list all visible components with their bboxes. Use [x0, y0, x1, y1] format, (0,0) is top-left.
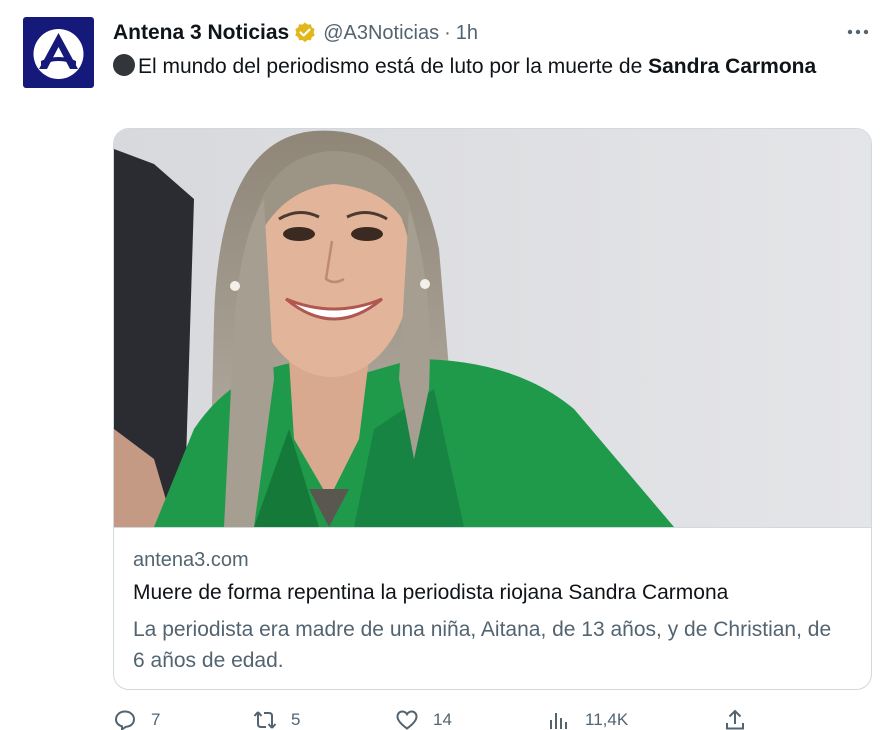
tweet[interactable]: Antena 3 Noticias @A3Noticias · 1h El mu… [0, 0, 888, 730]
reply-count: 7 [151, 710, 161, 729]
retweet-count: 5 [291, 710, 301, 729]
views-button[interactable]: 11,4K [547, 708, 628, 730]
black-circle-icon [113, 54, 135, 76]
share-icon [726, 709, 744, 730]
card-domain: antena3.com [133, 549, 249, 571]
more-icon[interactable] [843, 20, 873, 44]
link-card[interactable]: antena3.com Muere de forma repentina la … [113, 128, 872, 690]
antena3-logo-icon [33, 29, 84, 79]
author-handle[interactable]: @A3Noticias [323, 22, 439, 45]
reply-button[interactable]: 7 [113, 708, 160, 730]
tweet-timestamp[interactable]: 1h [456, 22, 478, 45]
avatar[interactable] [23, 17, 94, 88]
like-count: 14 [433, 710, 452, 729]
retweet-icon [253, 711, 277, 729]
tweet-text-bold: Sandra Carmona [648, 55, 817, 78]
tweet-text: El mundo del periodismo está de luto por… [113, 52, 833, 82]
card-image[interactable] [114, 129, 871, 527]
verified-badge-icon[interactable] [293, 21, 317, 45]
like-button[interactable]: 14 [395, 708, 452, 730]
heart-icon [396, 710, 418, 730]
tweet-text-prefix: El mundo del periodismo está de luto por… [138, 55, 649, 78]
views-count: 11,4K [585, 710, 629, 729]
action-bar: 7 5 14 11,4K [113, 708, 773, 730]
card-title: Muere de forma repentina la periodista r… [133, 581, 729, 604]
card-description: La periodista era madre de una niña, Ait… [133, 618, 832, 672]
separator-dot: · [444, 21, 451, 44]
tweet-header: Antena 3 Noticias @A3Noticias · 1h [113, 19, 478, 47]
card-body[interactable]: antena3.com Muere de forma repentina la … [114, 527, 871, 689]
share-button[interactable] [723, 708, 747, 730]
author-display-name[interactable]: Antena 3 Noticias [113, 21, 289, 45]
retweet-button[interactable]: 5 [253, 708, 300, 730]
analytics-icon [550, 713, 567, 729]
reply-icon [114, 710, 136, 730]
